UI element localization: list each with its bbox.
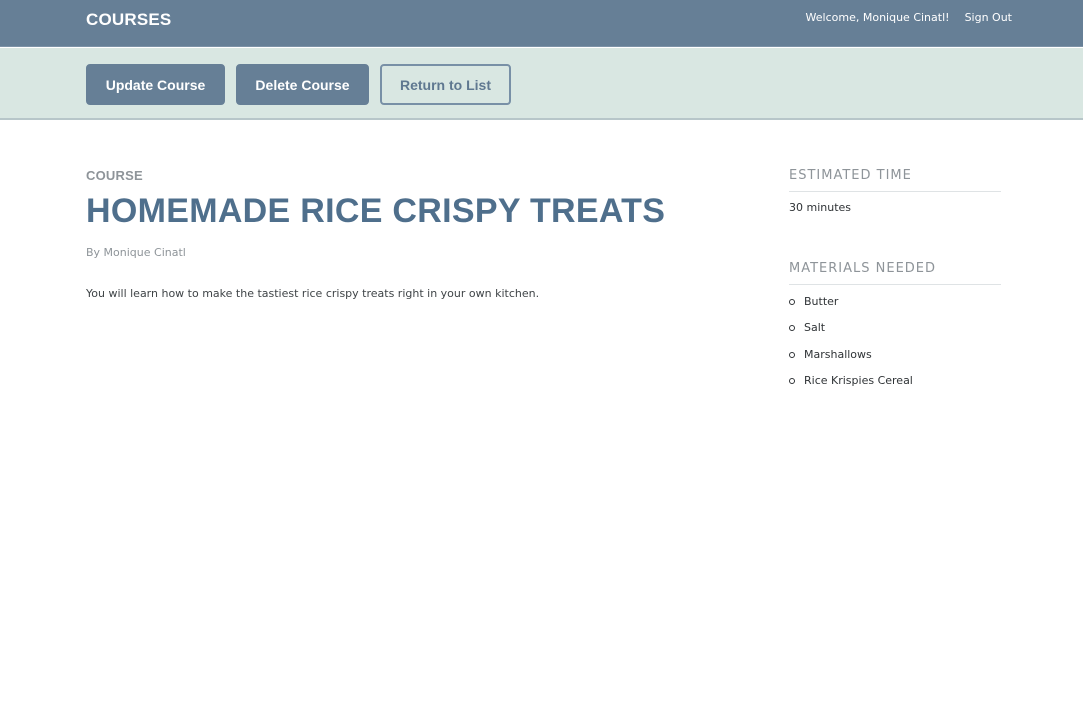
materials-heading: MATERIALS NEEDED [789,261,1001,285]
return-to-list-button[interactable]: Return to List [380,64,511,105]
estimated-time-heading: ESTIMATED TIME [789,168,1001,192]
delete-course-button[interactable]: Delete Course [236,64,369,105]
materials-list: Butter Salt Marshallows Rice Krispies Ce… [789,295,1001,400]
update-course-button[interactable]: Update Course [86,64,225,105]
list-item: Marshallows [789,348,1001,374]
top-header: COURSES Welcome, Monique Cinatl! Sign Ou… [0,0,1083,47]
list-item: Salt [789,321,1001,347]
user-nav: Welcome, Monique Cinatl! Sign Out [806,11,1012,24]
course-sidebar: ESTIMATED TIME 30 minutes MATERIALS NEED… [789,168,1001,400]
sign-out-link[interactable]: Sign Out [965,11,1012,24]
app-logo[interactable]: COURSES [86,10,171,30]
list-item: Rice Krispies Cereal [789,374,1001,400]
course-details: COURSE HOMEMADE RICE CRISPY TREATS By Mo… [86,168,726,300]
actions-bar: Update Course Delete Course Return to Li… [0,48,1083,120]
course-description: You will learn how to make the tastiest … [86,287,540,301]
estimated-time-value: 30 minutes [789,201,852,214]
course-label: COURSE [86,168,143,183]
list-item: Butter [789,295,1001,321]
course-title: HOMEMADE RICE CRISPY TREATS [86,192,666,230]
course-author: By Monique Cinatl [86,246,186,260]
welcome-text: Welcome, Monique Cinatl! [805,11,950,24]
